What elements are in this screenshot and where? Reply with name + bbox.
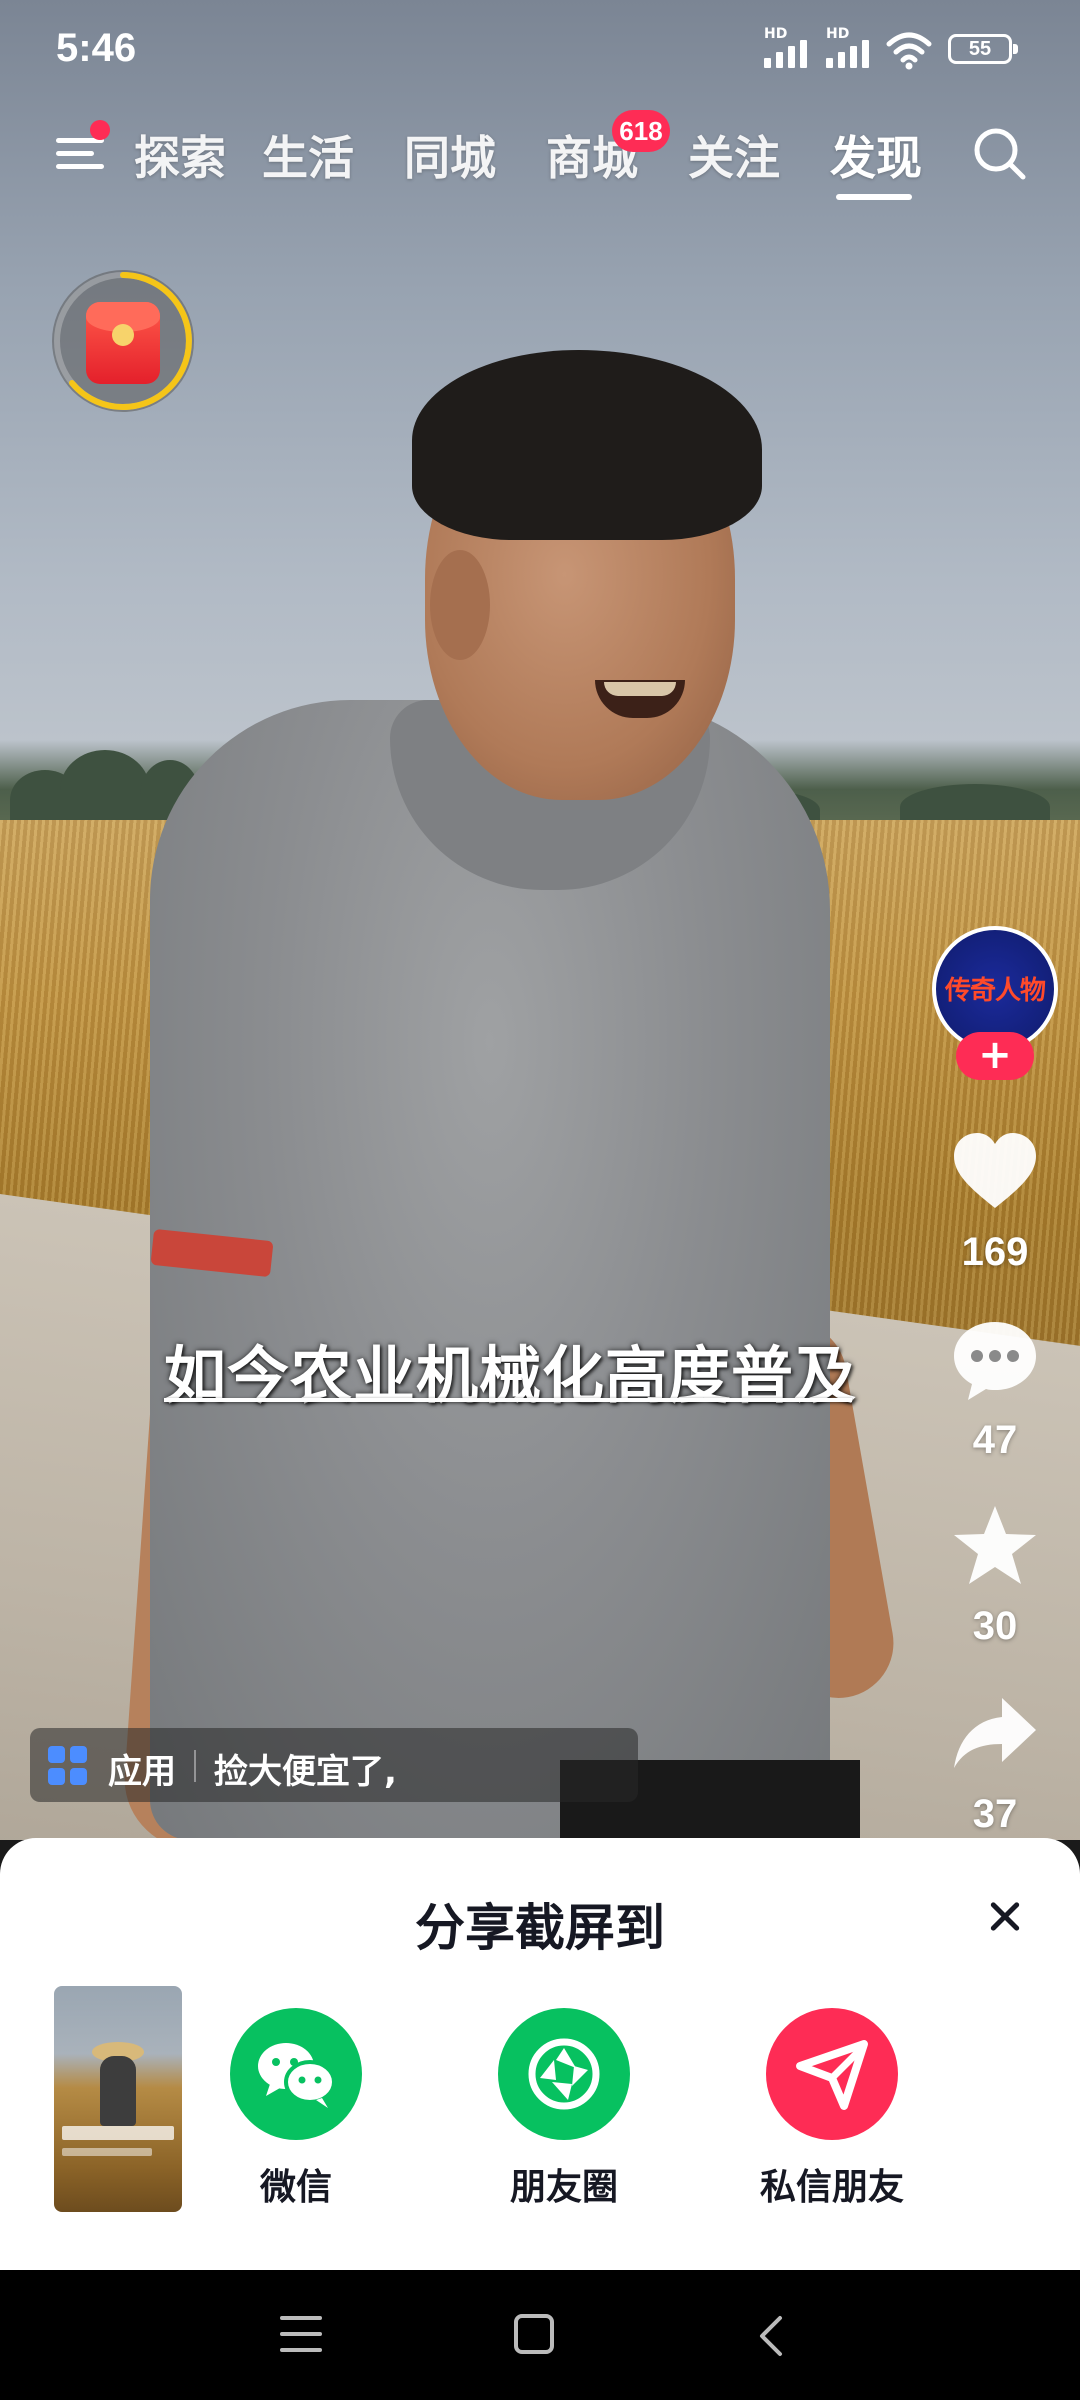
tab-nearby[interactable]: 同城: [404, 122, 496, 188]
like-count: 169: [961, 1230, 1029, 1274]
share-target-label: 私信朋友: [759, 2167, 904, 2208]
share-to-direct-message-button[interactable]: 私信朋友: [742, 2008, 922, 2210]
comment-count: 47: [972, 1418, 1018, 1462]
mall-badge: 618: [612, 110, 670, 152]
share-target-label: 微信: [259, 2167, 332, 2208]
recent-apps-icon[interactable]: [280, 2316, 322, 2354]
home-icon[interactable]: [514, 2314, 554, 2354]
cell-signal-1-icon: HD: [764, 26, 807, 68]
share-to-moments-button[interactable]: 朋友圈: [474, 2008, 654, 2210]
app-tag-pill[interactable]: 应用 捡大便宜了,: [30, 1728, 638, 1802]
tab-explore[interactable]: 探索: [134, 122, 226, 188]
share-sheet-title: 分享截屏到: [415, 1899, 665, 1957]
favorite-star-icon[interactable]: [950, 1502, 1040, 1592]
share-count: 37: [972, 1792, 1018, 1836]
moments-icon: [498, 2008, 630, 2140]
send-message-icon: [766, 2008, 898, 2140]
like-heart-icon[interactable]: [950, 1128, 1040, 1218]
app-tag-text: 捡大便宜了,: [214, 1752, 397, 1792]
cell-signal-2-icon: HD: [826, 26, 869, 68]
share-target-label: 朋友圈: [509, 2167, 618, 2208]
comment-icon[interactable]: [950, 1316, 1040, 1406]
share-sheet: 分享截屏到 微信 朋友圈 私信朋友: [0, 1838, 1080, 2270]
tab-life[interactable]: 生活: [262, 122, 354, 188]
share-arrow-icon[interactable]: [950, 1690, 1040, 1780]
follow-button[interactable]: +: [956, 1032, 1034, 1080]
red-packet-widget[interactable]: [52, 270, 194, 412]
active-tab-indicator: [836, 194, 912, 200]
favorite-count: 30: [972, 1604, 1018, 1648]
battery-icon: 55: [948, 34, 1018, 64]
tab-discover[interactable]: 发现: [830, 122, 922, 188]
screenshot-thumbnail[interactable]: [54, 1986, 182, 2212]
close-icon[interactable]: [982, 1894, 1028, 1940]
share-to-wechat-button[interactable]: 微信: [206, 2008, 386, 2210]
wechat-icon: [230, 2008, 362, 2140]
top-nav: 探索 生活 同城 商城 618 关注 发现: [0, 110, 1080, 210]
app-tag-label: 应用: [108, 1752, 176, 1792]
status-time: 5:46: [56, 26, 137, 70]
back-icon[interactable]: [752, 2314, 792, 2358]
tab-following[interactable]: 关注: [688, 122, 780, 188]
wifi-icon: [886, 32, 932, 70]
status-bar: 5:46 HD HD 55: [0, 0, 1080, 100]
menu-notification-dot: [90, 120, 110, 140]
app-grid-icon: [48, 1746, 88, 1786]
red-envelope-icon: [86, 302, 160, 384]
system-nav-bar: [0, 2270, 1080, 2400]
search-icon[interactable]: [972, 126, 1028, 182]
